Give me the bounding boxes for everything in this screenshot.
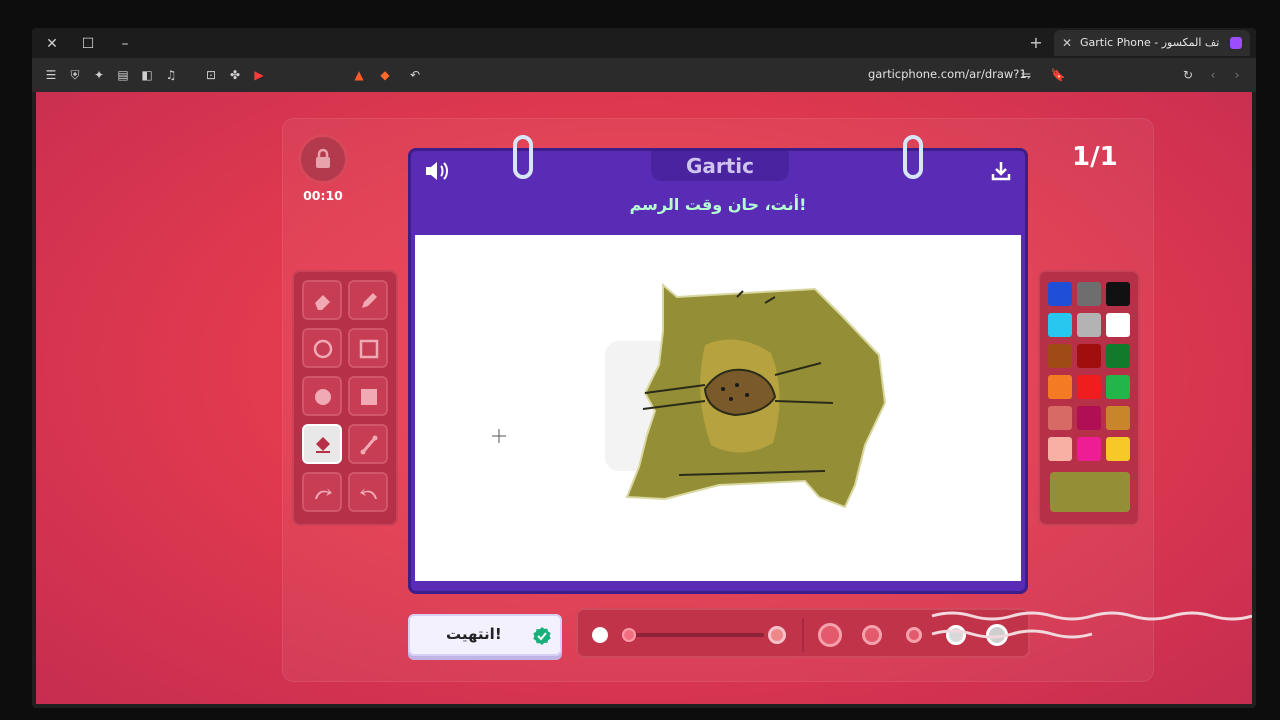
- canvas-drawing: [492, 282, 887, 509]
- sidebar-icon[interactable]: ◧: [138, 66, 156, 84]
- color-swatch[interactable]: [1077, 406, 1101, 430]
- color-swatch[interactable]: [1077, 375, 1101, 399]
- timer: 00:10: [303, 188, 343, 203]
- overlay-squiggle: [931, 611, 1252, 639]
- redo-tool[interactable]: [348, 472, 388, 512]
- extensions-icon[interactable]: ✤: [226, 66, 244, 84]
- eraser-tool[interactable]: [302, 280, 342, 320]
- circle-outline-tool[interactable]: [302, 328, 342, 368]
- done-button-label: انتهيت!: [446, 625, 502, 643]
- game-viewport: 00:10 1/1 Gartic أنت، حان وقت الرسم! انت…: [36, 92, 1252, 704]
- close-window-icon[interactable]: ✕: [42, 34, 62, 54]
- close-tab-icon[interactable]: ✕: [1062, 30, 1072, 56]
- reload-icon[interactable]: ↻: [1179, 66, 1197, 84]
- square-outline-icon: [359, 339, 379, 359]
- line-icon: [360, 435, 378, 455]
- color-swatch[interactable]: [1048, 406, 1072, 430]
- square-outline-tool[interactable]: [348, 328, 388, 368]
- lock-icon: [316, 148, 330, 168]
- color-palette: [1038, 270, 1140, 526]
- download-icon[interactable]: [989, 159, 1013, 183]
- forward-icon[interactable]: ›: [1228, 66, 1246, 84]
- sizebar-divider: [802, 618, 804, 652]
- color-swatch[interactable]: [1106, 282, 1130, 306]
- circle-filled-tool[interactable]: [302, 376, 342, 416]
- eraser-icon: [315, 295, 330, 310]
- color-swatch[interactable]: [1106, 313, 1130, 337]
- menu-icon[interactable]: ☰: [42, 66, 60, 84]
- opacity-slider-track[interactable]: [634, 633, 764, 637]
- back-icon[interactable]: ‹: [1204, 66, 1222, 84]
- tab-gartic-phone[interactable]: ✕ Gartic Phone - ية الهاتف المكسور: [1054, 30, 1250, 56]
- reader-icon[interactable]: ▤: [114, 66, 132, 84]
- square-filled-icon: [361, 389, 377, 405]
- color-swatch[interactable]: [1077, 344, 1101, 368]
- color-swatch[interactable]: [1077, 313, 1101, 337]
- color-swatch[interactable]: [1048, 344, 1072, 368]
- drawing-board: Gartic أنت، حان وقت الرسم!: [408, 135, 1028, 594]
- undo-tool[interactable]: [302, 472, 342, 512]
- browser-window: ✕ ☐ – + ✕ Gartic Phone - ية الهاتف المكس…: [32, 28, 1256, 708]
- color-swatch[interactable]: [1106, 437, 1130, 461]
- maximize-window-icon[interactable]: ☐: [78, 34, 98, 54]
- circle-filled-icon: [315, 389, 331, 405]
- color-swatch[interactable]: [1048, 437, 1072, 461]
- site-settings-icon[interactable]: ⇋: [1017, 66, 1035, 84]
- brush-size-large[interactable]: [818, 623, 842, 647]
- new-tab-icon[interactable]: +: [1026, 33, 1046, 53]
- board-header: Gartic أنت، حان وقت الرسم!: [411, 151, 1025, 235]
- drawing-canvas[interactable]: [415, 235, 1021, 581]
- done-button[interactable]: انتهيت!: [408, 614, 562, 656]
- color-swatch[interactable]: [1048, 375, 1072, 399]
- tools-panel: [292, 270, 398, 526]
- brave-shields-icon[interactable]: ◆: [376, 66, 394, 84]
- brave-rewards-icon[interactable]: ▲: [350, 66, 368, 84]
- redo-arrow-icon: [360, 488, 377, 499]
- shield-icon[interactable]: ⛨: [66, 66, 84, 84]
- pin-icon[interactable]: ✦: [90, 66, 108, 84]
- favicon-icon: [1230, 37, 1242, 49]
- color-swatch[interactable]: [1048, 282, 1072, 306]
- circle-outline-icon: [313, 339, 333, 359]
- fill-bucket-icon: [316, 437, 330, 453]
- minimize-window-icon[interactable]: –: [115, 34, 135, 54]
- fill-bucket-tool[interactable]: [302, 424, 342, 464]
- music-icon[interactable]: ♫: [162, 66, 180, 84]
- color-swatch[interactable]: [1106, 406, 1130, 430]
- crosshair-cursor: [492, 429, 506, 443]
- square-filled-tool[interactable]: [348, 376, 388, 416]
- tab-bar: ✕ ☐ – + ✕ Gartic Phone - ية الهاتف المكس…: [32, 28, 1256, 58]
- screenshot-icon[interactable]: ⊡: [202, 66, 220, 84]
- current-color-swatch: [1050, 472, 1130, 512]
- color-swatch[interactable]: [1048, 313, 1072, 337]
- undo-arrow-icon: [315, 488, 332, 499]
- browser-toolbar: ☰ ⛨ ✦ ▤ ◧ ♫ ⊡ ✤ ▶ ▲ ◆ ↶ garticphone.com/…: [32, 58, 1256, 92]
- bookmark-icon[interactable]: 🔖: [1049, 66, 1067, 84]
- line-tool[interactable]: [348, 424, 388, 464]
- sound-icon[interactable]: [423, 159, 451, 183]
- color-swatch[interactable]: [1106, 375, 1130, 399]
- color-swatch[interactable]: [1077, 282, 1101, 306]
- address-bar[interactable]: garticphone.com/ar/draw?1: [868, 67, 1027, 81]
- opacity-min-icon: [592, 627, 608, 643]
- undo-icon[interactable]: ↶: [406, 66, 424, 84]
- color-swatch[interactable]: [1077, 437, 1101, 461]
- pencil-icon: [362, 293, 377, 308]
- drawing-prompt: أنت، حان وقت الرسم!: [629, 195, 807, 214]
- opacity-max-icon: [768, 626, 786, 644]
- lock-button[interactable]: [298, 134, 348, 184]
- brush-size-medium[interactable]: [862, 625, 882, 645]
- opacity-slider-thumb[interactable]: [622, 628, 636, 642]
- check-icon: [533, 627, 551, 645]
- tab-title: Gartic Phone - ية الهاتف المكسور: [1080, 36, 1220, 49]
- round-counter: 1/1: [1072, 142, 1118, 172]
- youtube-icon[interactable]: ▶: [250, 66, 268, 84]
- color-swatch[interactable]: [1106, 344, 1130, 368]
- pencil-tool[interactable]: [348, 280, 388, 320]
- gartic-logo: Gartic: [651, 151, 789, 181]
